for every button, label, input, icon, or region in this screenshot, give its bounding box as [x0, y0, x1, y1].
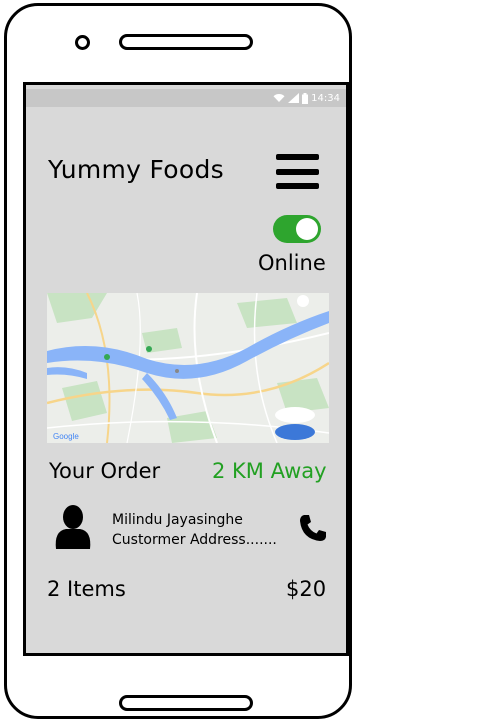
- camera-icon: [75, 35, 90, 50]
- app-title: Yummy Foods: [48, 155, 224, 184]
- phone-call-icon[interactable]: [298, 513, 328, 543]
- status-time: 14:34: [311, 92, 340, 104]
- hamburger-menu-icon[interactable]: [276, 154, 319, 189]
- online-label: Online: [258, 251, 326, 275]
- signal-icon: [288, 93, 300, 103]
- speaker-slot: [119, 34, 253, 50]
- svg-text:Google: Google: [53, 432, 79, 441]
- online-toggle[interactable]: [273, 215, 321, 243]
- map-view[interactable]: Google: [47, 293, 329, 443]
- order-price: $20: [286, 577, 327, 601]
- home-button[interactable]: [119, 695, 253, 711]
- toggle-knob: [296, 218, 318, 240]
- customer-name: Milindu Jayasinghe: [112, 512, 243, 528]
- distance-label: 2 KM Away: [212, 459, 327, 483]
- map-thumbnail: Google: [47, 293, 329, 443]
- phone-screen: 14:34 Yummy Foods Online Google Your Ord…: [23, 82, 349, 656]
- wifi-icon: [273, 94, 285, 102]
- your-order-heading: Your Order: [49, 459, 161, 483]
- items-count: 2 Items: [47, 577, 126, 601]
- battery-icon: [302, 92, 309, 104]
- customer-avatar-icon: [55, 505, 91, 549]
- status-bar: 14:34: [26, 89, 346, 107]
- customer-address: Custormer Address.......: [112, 532, 277, 548]
- phone-frame: 14:34 Yummy Foods Online Google Your Ord…: [4, 3, 352, 719]
